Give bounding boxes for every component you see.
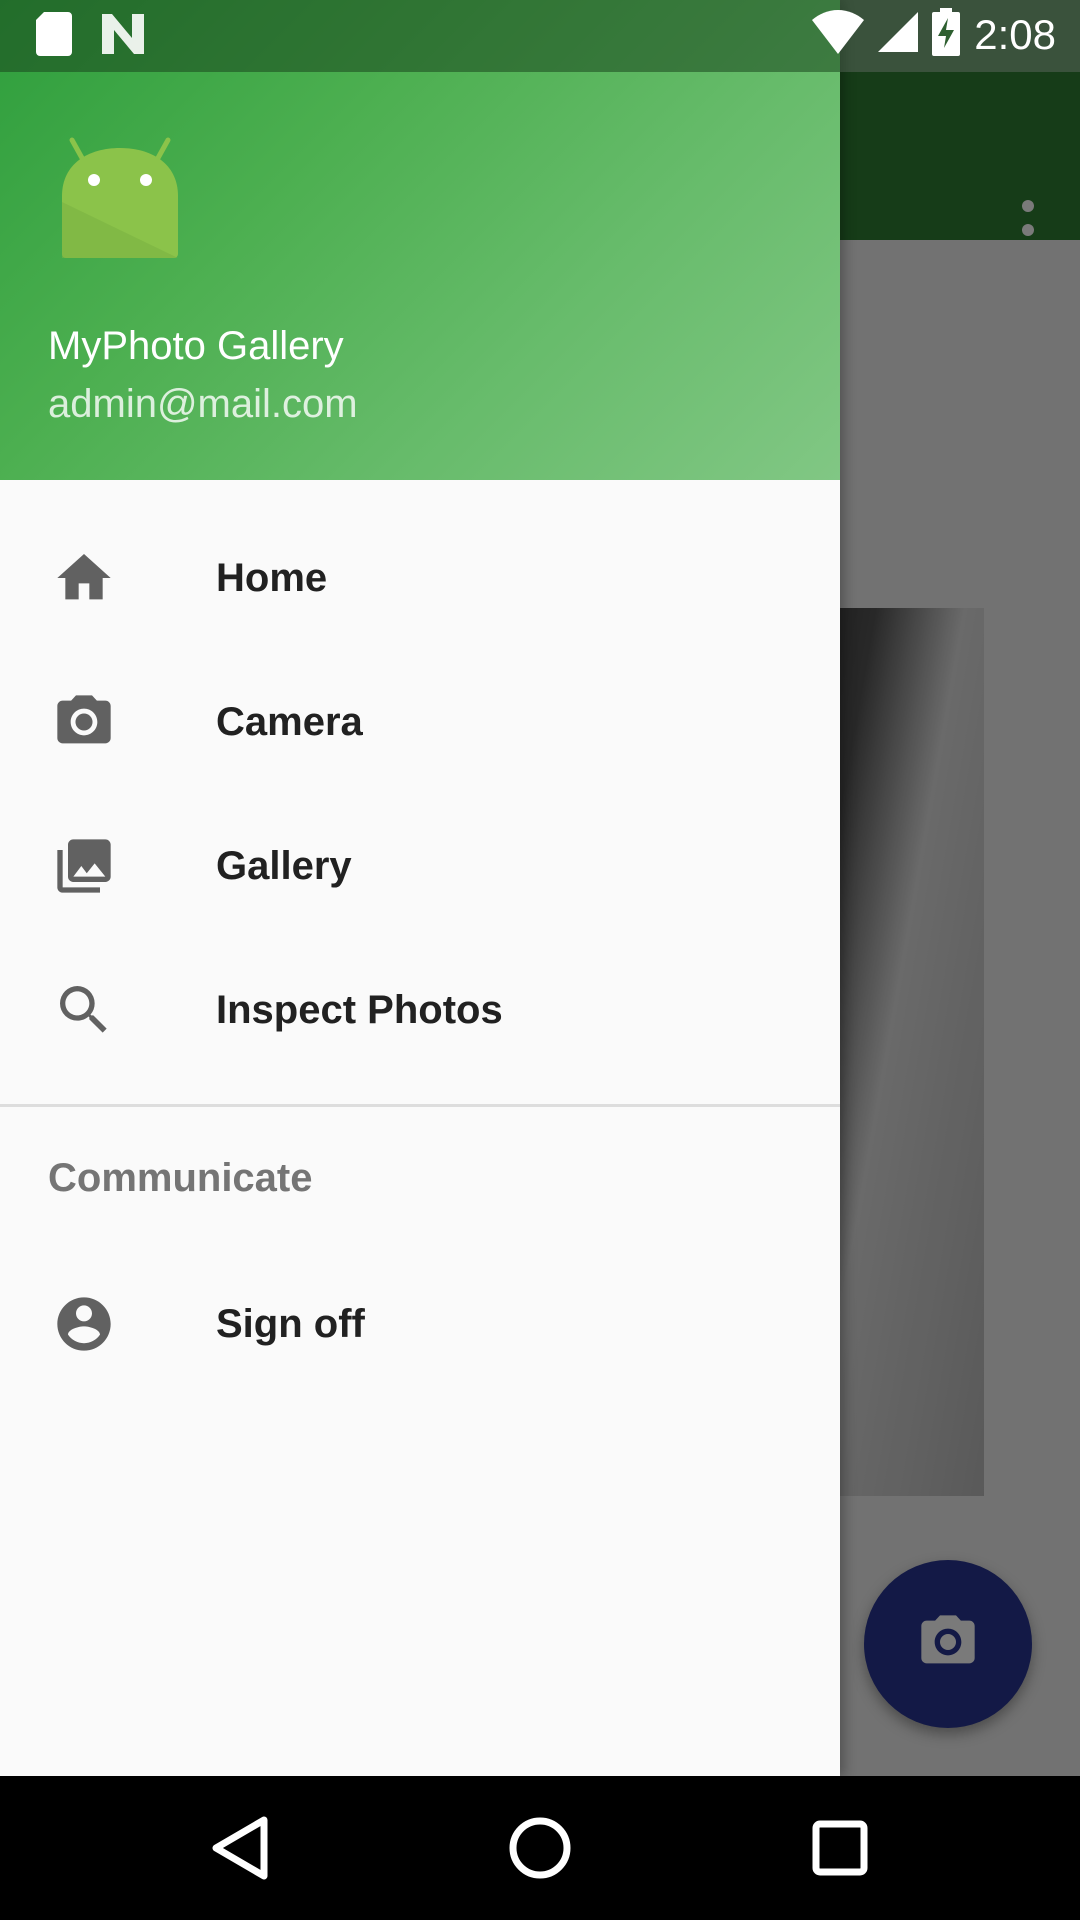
status-time: 2:08 <box>974 10 1056 58</box>
menu-item-label: Camera <box>216 699 363 744</box>
menu-item-label: Sign off <box>216 1301 365 1346</box>
menu-item-gallery[interactable]: Gallery <box>0 794 840 938</box>
gallery-icon <box>52 834 116 898</box>
back-icon[interactable] <box>200 1808 280 1888</box>
signal-icon <box>878 12 919 57</box>
drawer-email: admin@mail.com <box>48 382 358 426</box>
menu-item-sign-off[interactable]: Sign off <box>0 1252 840 1396</box>
battery-charging-icon <box>932 8 961 61</box>
drawer-title: MyPhoto Gallery <box>48 324 344 368</box>
android-icon <box>60 136 180 262</box>
menu-item-label: Gallery <box>216 843 352 888</box>
home-icon <box>52 546 116 610</box>
menu-divider <box>0 1104 840 1107</box>
wifi-icon <box>812 10 865 59</box>
system-nav-bar <box>0 1776 1080 1920</box>
navigation-drawer: MyPhoto Gallery admin@mail.com Home Came… <box>0 0 840 1776</box>
n-logo-icon <box>102 14 146 59</box>
section-header: Communicate <box>48 1156 313 1200</box>
recents-icon[interactable] <box>800 1808 880 1888</box>
search-icon <box>52 978 116 1042</box>
menu-item-label: Home <box>216 555 328 600</box>
account-circle-icon <box>52 1292 116 1356</box>
menu-item-camera[interactable]: Camera <box>0 650 840 794</box>
menu-item-label: Inspect Photos <box>216 987 503 1032</box>
drawer-header: MyPhoto Gallery admin@mail.com <box>0 0 840 480</box>
camera-icon <box>52 690 116 754</box>
menu-item-home[interactable]: Home <box>0 506 840 650</box>
status-bar: 2:08 <box>0 0 1080 72</box>
home-circle-icon[interactable] <box>500 1808 580 1888</box>
menu-item-inspect-photos[interactable]: Inspect Photos <box>0 938 840 1082</box>
sd-card-icon <box>36 12 72 61</box>
